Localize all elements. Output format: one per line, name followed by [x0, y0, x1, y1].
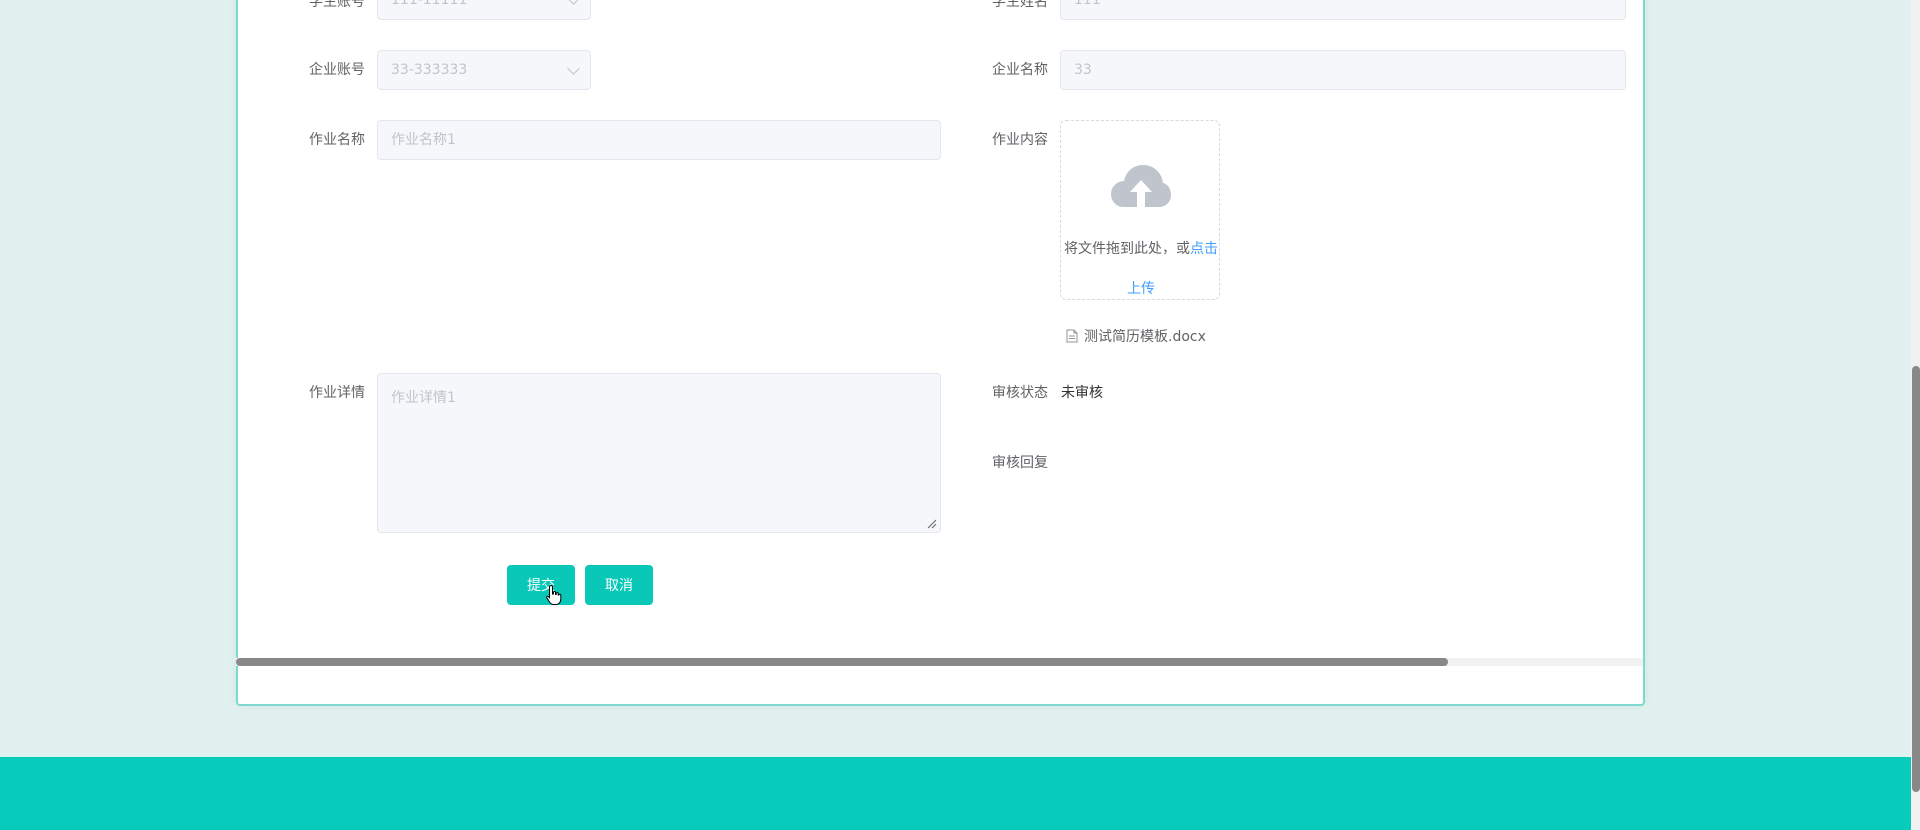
uploaded-file-name: 测试简历模板.docx	[1084, 329, 1206, 345]
chevron-down-icon	[567, 0, 580, 5]
cancel-button[interactable]: 取消	[585, 565, 653, 605]
homework-name-value: 作业名称1	[391, 132, 456, 148]
hand-pointer-icon	[546, 584, 562, 605]
homework-name-input[interactable]: 作业名称1	[377, 120, 941, 160]
upload-link-continued[interactable]: 上传	[1127, 281, 1155, 297]
homework-detail-value: 作业详情1	[391, 390, 456, 406]
student-account-value: 111-11111	[391, 0, 468, 8]
company-account-label: 企业账号	[309, 62, 365, 78]
review-status-value: 未审核	[1061, 385, 1103, 401]
homework-detail-label: 作业详情	[309, 385, 365, 401]
page-footer	[0, 757, 1920, 830]
document-icon	[1066, 329, 1078, 343]
upload-click-link[interactable]: 点击	[1190, 241, 1218, 257]
student-account-select[interactable]: 111-11111	[377, 0, 591, 20]
submit-button[interactable]: 提交	[507, 565, 575, 605]
student-account-label: 学生账号	[309, 0, 365, 10]
student-name-input[interactable]: 111	[1060, 0, 1626, 20]
student-name-label: 学生姓名	[992, 0, 1048, 10]
resize-handle-icon[interactable]	[927, 519, 937, 529]
review-reply-label: 审核回复	[992, 455, 1048, 471]
review-status-label: 审核状态	[992, 385, 1048, 401]
homework-detail-textarea[interactable]: 作业详情1	[377, 373, 941, 533]
company-name-input[interactable]: 33	[1060, 50, 1626, 90]
company-account-select[interactable]: 33-333333	[377, 50, 591, 90]
cloud-upload-icon	[1111, 165, 1171, 207]
upload-dropzone[interactable]: 将文件拖到此处，或点击 上传	[1060, 120, 1220, 300]
company-name-value: 33	[1074, 62, 1092, 78]
company-account-value: 33-333333	[391, 62, 468, 78]
homework-name-label: 作业名称	[309, 132, 365, 148]
student-name-value: 111	[1074, 0, 1101, 8]
chevron-down-icon	[567, 62, 580, 75]
company-name-label: 企业名称	[992, 62, 1048, 78]
horizontal-scrollbar-thumb[interactable]	[236, 658, 1448, 666]
form-card	[236, 0, 1645, 706]
homework-content-label: 作业内容	[992, 132, 1048, 148]
upload-prompt-text: 将文件拖到此处，或	[1064, 241, 1190, 257]
uploaded-file-item[interactable]: 测试简历模板.docx	[1066, 326, 1206, 346]
vertical-scrollbar-thumb[interactable]	[1912, 366, 1920, 792]
